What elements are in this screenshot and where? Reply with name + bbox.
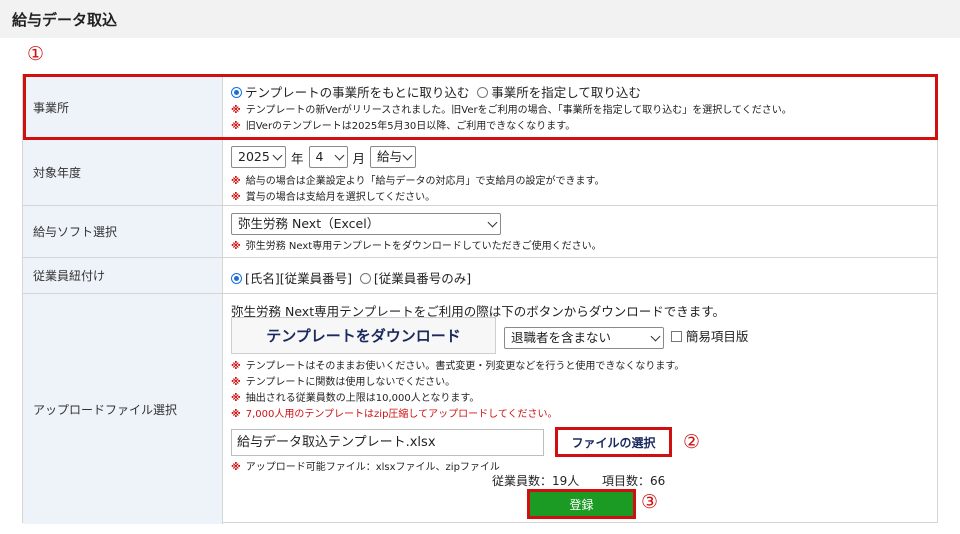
upload-row: アップロードファイル選択 弥生労務 Next専用テンプレートをご利用の際は下のボ… <box>23 294 937 524</box>
office-note-2: ※ 旧Verのテンプレートは2025年5月30日以降、ご利用できなくなります。 <box>231 121 576 132</box>
upload-value: 弥生労務 Next専用テンプレートをご利用の際は下のボタンからダウンロードできま… <box>224 294 937 524</box>
pay-kind-select[interactable]: 給与 <box>370 146 417 168</box>
note-mark-icon: ※ <box>231 462 241 473</box>
retired-employee-select[interactable]: 退職者を含まない <box>504 326 664 349</box>
software-label: 給与ソフト選択 <box>23 206 223 257</box>
office-option-template-label[interactable]: テンプレートの事業所をもとに取り込む <box>245 85 469 100</box>
month-unit: 月 <box>352 150 366 166</box>
employee-link-label: 従業員紐付け <box>23 258 223 293</box>
office-options: テンプレートの事業所をもとに取り込む 事業所を指定して取り込む <box>231 82 645 101</box>
period-note-1: ※ 給与の場合は企業設定より「給与データの対応月」で支給月の設定ができます。 <box>231 176 605 187</box>
payroll-software-select[interactable]: 弥生労務 Next（Excel） <box>231 213 501 235</box>
note-mark-icon: ※ <box>231 176 241 187</box>
link-name-number-label[interactable]: [氏名][従業員番号] <box>245 271 352 286</box>
office-label: 事業所 <box>23 75 223 139</box>
note-mark-icon: ※ <box>231 192 241 203</box>
office-note-1: ※ テンプレートの新Verがリリースされました。旧Verをご利用の場合、「事業所を… <box>231 105 792 116</box>
file-select-button[interactable]: ファイルの選択 <box>555 427 672 457</box>
year-select[interactable]: 2025 <box>231 146 286 168</box>
chevron-down-icon <box>402 150 413 161</box>
register-button[interactable]: 登録 <box>527 489 636 519</box>
office-option-specify-radio[interactable] <box>477 87 489 98</box>
office-row: 事業所 テンプレートの事業所をもとに取り込む 事業所を指定して取り込む ※ テンプ… <box>23 75 937 140</box>
chevron-down-icon <box>650 331 661 341</box>
note-mark-icon: ※ <box>231 105 241 116</box>
period-row: 対象年度 2025 年 4 月給与 ※ 給与の場合は企業設定より「給与データの対応月」で… <box>23 140 937 206</box>
chevron-down-icon <box>334 150 344 161</box>
office-option-template-radio[interactable] <box>231 87 242 98</box>
import-form-table: 事業所 テンプレートの事業所をもとに取り込む 事業所を指定して取り込む ※ テンプ… <box>22 74 938 524</box>
link-number-only-radio[interactable] <box>359 273 371 284</box>
upload-note-3: ※ 抽出される従業員数の上限は10,000人となります。 <box>231 393 480 404</box>
annotation-1: ① <box>27 43 45 65</box>
upload-note-1: ※ テンプレートはそのままお使いください。書式変更・列変更などを行うと使用できなく… <box>231 361 685 372</box>
link-number-only-label[interactable]: [従業員番号のみ] <box>374 271 471 286</box>
period-selects: 2025 年 4 月給与 <box>231 146 417 168</box>
template-download-button[interactable]: テンプレートをダウンロード <box>231 317 496 354</box>
file-type-note: ※ アップロード可能ファイル：xlsxファイル、zipファイル <box>231 462 500 473</box>
simple-items-label[interactable]: 簡易項目版 <box>686 329 749 344</box>
note-mark-icon: ※ <box>231 377 241 388</box>
upload-label: アップロードファイル選択 <box>23 294 223 524</box>
note-mark-icon: ※ <box>231 393 241 404</box>
note-mark-icon: ※ <box>231 361 241 372</box>
note-mark-icon: ※ <box>231 241 241 252</box>
chevron-down-icon <box>272 150 283 161</box>
upload-note-2: ※ テンプレートに関数は使用しないでください。 <box>231 377 456 388</box>
office-value: テンプレートの事業所をもとに取り込む 事業所を指定して取り込む ※ テンプレートの… <box>224 75 937 139</box>
employee-link-value: [氏名][従業員番号] [従業員番号のみ] <box>224 258 937 293</box>
office-option-specify-label[interactable]: 事業所を指定して取り込む <box>491 85 641 100</box>
period-note-2: ※ 賞与の場合は支給月を選択してください。 <box>231 192 436 203</box>
upload-note-zip: ※ 7,000人用のテンプレートはzip圧縮してアップロードしてください。 <box>231 409 558 420</box>
employee-count: 従業員数：19人 <box>492 474 580 488</box>
file-name-field[interactable]: 給与データ取込テンプレート.xlsx <box>231 429 544 456</box>
item-count: 項目数：66 <box>602 474 666 488</box>
note-mark-icon: ※ <box>231 121 241 132</box>
note-mark-icon: ※ <box>231 409 241 420</box>
employee-link-row: 従業員紐付け [氏名][従業員番号] [従業員番号のみ] <box>23 258 937 294</box>
page-header: 給与データ取込 <box>0 0 960 38</box>
link-name-number-radio[interactable] <box>231 273 242 284</box>
period-value: 2025 年 4 月給与 ※ 給与の場合は企業設定より「給与データの対応月」で支給月の設… <box>224 140 937 205</box>
chevron-down-icon <box>487 217 498 228</box>
software-row: 給与ソフト選択 弥生労務 Next（Excel） ※ 弥生労務 Next専用テンプ… <box>23 206 937 258</box>
software-value: 弥生労務 Next（Excel） ※ 弥生労務 Next専用テンプレートをダウンロ… <box>224 206 937 257</box>
year-unit: 年 <box>291 150 304 166</box>
month-select[interactable]: 4 <box>308 146 348 168</box>
software-note: ※ 弥生労務 Next専用テンプレートをダウンロードしていただきご使用ください。 <box>231 241 602 252</box>
period-label: 対象年度 <box>23 140 223 205</box>
simple-items-checkbox[interactable] <box>670 331 682 342</box>
page-title: 給与データ取込 <box>12 11 118 29</box>
